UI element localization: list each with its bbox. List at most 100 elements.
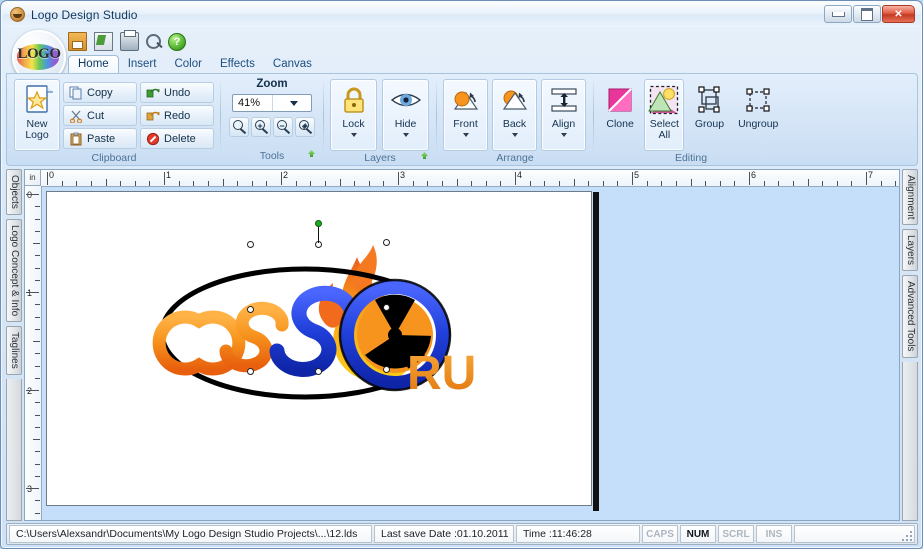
paste-icon xyxy=(69,132,83,146)
minimize-button[interactable] xyxy=(824,5,852,23)
selection-handle-mr[interactable] xyxy=(383,304,390,311)
lock-button[interactable]: Lock xyxy=(330,79,377,151)
work-area: Objects Logo Concept & Info Taglines Ali… xyxy=(6,169,918,521)
redo-button[interactable]: Redo xyxy=(140,105,214,126)
canvas-viewport[interactable]: RU xyxy=(42,187,899,520)
ruler-h-tick xyxy=(675,181,677,186)
new-logo-icon xyxy=(21,84,53,116)
align-dropdown-arrow-icon[interactable] xyxy=(542,131,585,140)
sidebar-tab-taglines[interactable]: Taglines xyxy=(6,326,22,375)
chevron-down-icon[interactable] xyxy=(271,95,312,111)
ribbon-groups: New Logo Copy Cut Paste Undo Redo Delete… xyxy=(10,76,786,164)
tab-canvas[interactable]: Canvas xyxy=(264,56,321,73)
ruler-v-tick xyxy=(35,475,40,477)
ruler-h-tick xyxy=(588,181,590,186)
zoom-combobox[interactable]: 41% xyxy=(232,94,312,112)
ruler-h-tick xyxy=(354,181,356,186)
save-as-icon[interactable] xyxy=(94,32,113,51)
zoom-fit-button[interactable]: ◈ xyxy=(295,117,315,137)
select-all-button[interactable]: Select All xyxy=(644,79,685,151)
selection-handle-br[interactable] xyxy=(383,366,390,373)
selection-handle-bm[interactable] xyxy=(315,368,322,375)
hide-button[interactable]: Hide xyxy=(382,79,429,151)
logo-artwork[interactable]: RU xyxy=(137,217,517,447)
ruler-v-label: 3 xyxy=(27,484,33,494)
sidebar-tab-layers[interactable]: Layers xyxy=(902,229,918,272)
undo-icon xyxy=(146,86,160,100)
back-button[interactable]: Back xyxy=(492,79,537,151)
back-label: Back xyxy=(502,118,527,130)
selection-handle-ml[interactable] xyxy=(247,306,254,313)
print-icon[interactable] xyxy=(120,30,139,51)
hide-dropdown-arrow-icon[interactable] xyxy=(383,131,428,140)
ruler-v-tick xyxy=(35,328,40,330)
group-editing: Clone Select All Group Ungroup Editing xyxy=(596,76,786,164)
ruler-h-tick xyxy=(178,181,180,186)
layers-dialog-launcher-icon[interactable] xyxy=(419,152,430,164)
sidebar-tab-alignment[interactable]: Alignment xyxy=(902,169,918,226)
window-title: Logo Design Studio xyxy=(31,7,138,22)
delete-button[interactable]: Delete xyxy=(140,128,214,149)
group-label-arrange: Arrange xyxy=(496,152,534,164)
clone-button[interactable]: Clone xyxy=(600,79,640,151)
ruler-v-tick xyxy=(26,194,39,195)
design-page[interactable]: RU xyxy=(46,191,592,506)
ruler-v-tick xyxy=(26,292,39,293)
selection-handle-tr[interactable] xyxy=(383,239,390,246)
resize-grip-icon[interactable] xyxy=(902,531,912,541)
lock-dropdown-arrow-icon[interactable] xyxy=(331,131,376,140)
zoom-select-button[interactable] xyxy=(229,117,249,137)
ruler-v-tick xyxy=(35,304,40,306)
group-label-tools: Tools xyxy=(223,149,321,164)
tab-color[interactable]: Color xyxy=(165,56,210,73)
selection-handle-tl[interactable] xyxy=(247,241,254,248)
zoom-value: 41% xyxy=(238,97,261,109)
group-label: Group xyxy=(694,118,725,130)
maximize-button[interactable] xyxy=(853,5,881,23)
new-logo-button[interactable]: New Logo xyxy=(14,79,60,151)
ruler-h-tick xyxy=(368,181,370,186)
ruler-h-tick xyxy=(90,181,92,186)
tab-effects[interactable]: Effects xyxy=(211,56,264,73)
sidebar-tab-advanced-tools[interactable]: Advanced Tools xyxy=(902,275,918,358)
back-dropdown-arrow-icon[interactable] xyxy=(493,131,536,140)
group-arrange: Front Back Align Arrange xyxy=(439,76,591,164)
tab-insert[interactable]: Insert xyxy=(119,56,166,73)
close-button[interactable]: ✕ xyxy=(882,5,915,23)
front-dropdown-arrow-icon[interactable] xyxy=(444,131,487,140)
horizontal-ruler[interactable]: 0 1 2 3 4 5 6 7 xyxy=(25,170,899,187)
print-preview-icon[interactable] xyxy=(146,34,161,49)
logo-suffix-text: RU xyxy=(407,347,476,400)
group-button[interactable]: Group xyxy=(688,79,730,151)
ruler-v-tick xyxy=(35,377,40,379)
tab-home[interactable]: Home xyxy=(68,55,119,73)
rotation-handle[interactable] xyxy=(315,220,322,227)
undo-button[interactable]: Undo xyxy=(140,82,214,103)
ruler-h-label: 7 xyxy=(868,170,874,180)
tools-dialog-launcher-icon[interactable] xyxy=(306,150,317,162)
ruler-h-tick xyxy=(792,181,794,186)
status-file-path: C:\Users\Alexsandr\Documents\My Logo Des… xyxy=(9,525,372,543)
ruler-v-tick xyxy=(33,439,40,440)
cut-button[interactable]: Cut xyxy=(63,105,137,126)
align-button[interactable]: Align xyxy=(541,79,586,151)
save-icon[interactable] xyxy=(68,32,87,51)
selection-handle-bl[interactable] xyxy=(247,368,254,375)
right-panel-filler xyxy=(902,361,918,521)
front-button[interactable]: Front xyxy=(443,79,488,151)
help-icon[interactable]: ? xyxy=(168,32,186,51)
sidebar-tab-objects[interactable]: Objects xyxy=(6,169,22,215)
ruler-h-tick xyxy=(515,172,516,185)
undo-label: Undo xyxy=(164,86,191,99)
ruler-h-tick xyxy=(193,181,195,186)
ungroup-button[interactable]: Ungroup xyxy=(734,79,782,151)
sidebar-tab-logo-concept-info[interactable]: Logo Concept & Info xyxy=(6,218,22,323)
ruler-h-tick xyxy=(281,172,282,185)
copy-button[interactable]: Copy xyxy=(63,82,137,103)
zoom-out-button[interactable]: − xyxy=(273,117,293,137)
zoom-in-button[interactable]: + xyxy=(251,117,271,137)
vertical-ruler[interactable]: 0 1 2 3 xyxy=(25,186,42,520)
ruler-h-tick xyxy=(836,181,838,186)
paste-button[interactable]: Paste xyxy=(63,128,137,149)
status-flag-scrl: SCRL xyxy=(718,525,754,543)
